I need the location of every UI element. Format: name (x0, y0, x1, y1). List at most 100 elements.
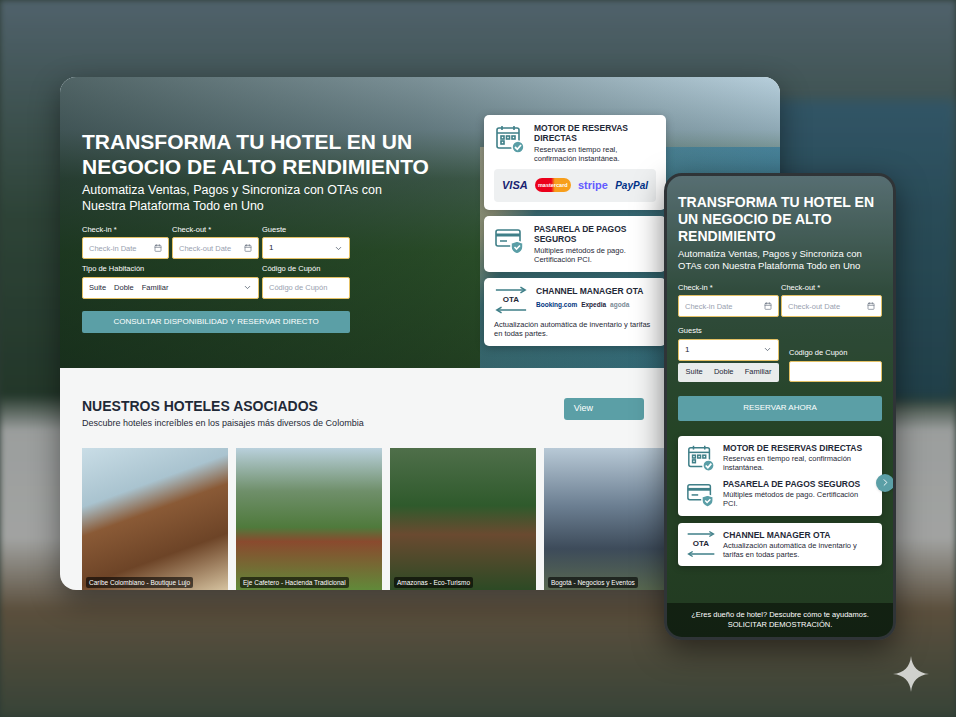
ota-label: OTA (503, 295, 519, 305)
guests-label: Guests (678, 325, 779, 336)
feature-text: Reservas en tiempo real, confirmación in… (534, 145, 656, 163)
checkin-input[interactable]: Check-in Date (82, 237, 169, 259)
feature-text: Actualización automática de inventario y… (723, 541, 874, 559)
mobile-title: TRANSFORMA TU HOTEL EN UN NEGOCIO DE ALT… (678, 194, 882, 245)
calendar-check-icon (494, 123, 526, 155)
hotel-card[interactable]: Eje Cafetero - Hacienda Tradicional (236, 448, 382, 591)
mobile-booking-form: Check-in * Check-in DateCheck-out * Check-… (678, 282, 882, 382)
checkin-label: Check-in * (82, 224, 169, 235)
ota-logo: agoda (610, 300, 629, 310)
room-type-option[interactable]: Suite (89, 282, 106, 293)
chevron-down-icon (763, 345, 772, 354)
mobile-feature-item: MOTOR DE RESERVAS DIRECTASReservas en ti… (686, 443, 874, 473)
check-availability-button[interactable]: CONSULTAR DISPONIBILIDAD Y RESERVAR DIRE… (82, 311, 350, 333)
room-type-option[interactable]: Doble (114, 282, 134, 293)
mobile-feature-item: PASARELA DE PAGOS SEGUROSMúltiples métod… (686, 479, 874, 509)
mobile-feature-cards: MOTOR DE RESERVAS DIRECTASReservas en ti… (678, 436, 882, 566)
ota-logos: Booking.com Expedia agoda (536, 300, 643, 310)
page: TRANSFORMA TU HOTEL EN UN NEGOCIO DE ALT… (0, 0, 956, 717)
arrow-left-icon (686, 550, 716, 558)
feature-card: MOTOR DE RESERVAS DIRECTAS Reservas en ti… (484, 115, 666, 210)
calendar-check-icon (686, 443, 716, 473)
room-type-option[interactable]: Doble (714, 366, 734, 377)
room-type-option[interactable]: Suite (686, 366, 703, 377)
arrow-left-icon (494, 306, 528, 314)
ota-logo: Booking.com (536, 300, 577, 310)
checkout-label: Check-out * (172, 224, 259, 235)
ota-label: OTA (693, 539, 709, 549)
payment-logos: VISA mastercard stripe PayPal (494, 169, 656, 202)
hotels-title: NUESTROS HOTELES ASOCIADOS (82, 398, 364, 415)
coupon-input[interactable] (789, 361, 882, 382)
coupon-input[interactable]: Código de Cupón (262, 277, 350, 299)
feature-title: MOTOR DE RESERVAS DIRECTAS (723, 443, 874, 453)
view-all-button[interactable]: View (564, 398, 644, 420)
request-demo-link[interactable]: SOLICITAR DEMOSTRACIÓN. (728, 620, 832, 630)
checkin-input[interactable]: Check-in Date (678, 295, 779, 317)
arrow-right-icon (686, 530, 716, 538)
mobile-mockup: TRANSFORMA TU HOTEL EN UN NEGOCIO DE ALT… (664, 173, 896, 640)
arrow-right-icon (494, 286, 528, 294)
feature-title: MOTOR DE RESERVAS DIRECTAS (534, 123, 656, 143)
room-type-option[interactable]: Familiar (142, 282, 169, 293)
mobile-feature-card: MOTOR DE RESERVAS DIRECTASReservas en ti… (678, 436, 882, 516)
room-type-segment[interactable]: Suite Doble Familiar (678, 363, 779, 382)
hotel-caption: Caribe Colombiano - Boutique Lujo (86, 577, 193, 588)
calendar-icon (244, 244, 252, 252)
feature-title: CHANNEL MANAGER OTA (536, 286, 643, 296)
hotel-cards: Caribe Colombiano - Boutique Lujo Eje Caf… (82, 448, 758, 591)
mobile-footer: ¿Eres dueño de hotel? Descubre cómo te a… (667, 603, 893, 637)
room-type-select[interactable]: Suite Doble Familiar (82, 277, 259, 299)
mobile-feature-card: OTA CHANNEL MANAGER OTAActualización auto… (678, 523, 882, 566)
coupon-label: Código de Cupón (789, 347, 882, 358)
ota-sync-icon: OTA (494, 286, 528, 314)
ota-sync-icon: OTA (686, 530, 716, 558)
checkout-input[interactable]: Check-out Date (781, 295, 882, 317)
mobile-feature-item: OTA CHANNEL MANAGER OTAActualización auto… (686, 530, 874, 559)
chevron-right-icon (880, 477, 891, 488)
hotel-card[interactable]: Amazonas - Eco-Turismo (390, 448, 536, 591)
coupon-label: Código de Cupón (262, 263, 350, 274)
guests-select[interactable]: 1 (262, 237, 350, 259)
hotel-caption: Bogotá - Negocios y Eventos (548, 577, 638, 588)
feature-text: Actualización automática de inventario y… (494, 320, 656, 338)
feature-card: PASARELA DE PAGOS SEGUROS Múltiples métod… (484, 216, 666, 272)
hero-title: TRANSFORMA TU HOTEL EN UN NEGOCIO DE ALT… (82, 129, 482, 179)
chevron-down-icon (243, 283, 252, 292)
feature-text: Múltiples métodos de pago. Certificación… (534, 246, 656, 264)
payment-logo: VISA (502, 177, 528, 194)
book-now-button[interactable]: RESERVAR AHORA (678, 396, 882, 421)
room-type-label: Tipo de Habitación (82, 263, 259, 274)
hotels-subtitle: Descubre hoteles increíbles en los paisa… (82, 417, 364, 431)
feature-title: PASARELA DE PAGOS SEGUROS (534, 224, 656, 244)
calendar-icon (764, 302, 772, 310)
feature-title: PASARELA DE PAGOS SEGUROS (723, 479, 874, 489)
carousel-next-button[interactable] (876, 474, 894, 492)
hotel-card[interactable]: Caribe Colombiano - Boutique Lujo (82, 448, 228, 591)
payment-logo: mastercard (535, 178, 571, 192)
hero-subtitle: Automatiza Ventas, Pagos y Sincroniza co… (82, 182, 412, 214)
footer-question: ¿Eres dueño de hotel? Descubre cómo te a… (691, 610, 869, 620)
hotel-caption: Eje Cafetero - Hacienda Tradicional (240, 577, 349, 588)
guests-select[interactable]: 1 (678, 339, 779, 361)
chevron-down-icon (334, 244, 343, 253)
checkout-input[interactable]: Check-out Date (172, 237, 259, 259)
feature-text: Reservas en tiempo real, confirmación in… (723, 454, 874, 472)
card-shield-icon (494, 224, 526, 256)
feature-text: Múltiples métodos de pago. Certificación… (723, 490, 874, 508)
calendar-icon (154, 244, 162, 252)
feature-title: CHANNEL MANAGER OTA (723, 530, 874, 540)
sparkle-icon (892, 655, 930, 693)
mobile-subtitle: Automatiza Ventas, Pagos y Sincroniza co… (678, 248, 882, 272)
room-type-option[interactable]: Familiar (745, 366, 772, 377)
guests-label: Gueste (262, 224, 350, 235)
feature-card: OTA CHANNEL MANAGER OTA Booking.com Expedia… (484, 278, 666, 346)
hotel-caption: Amazonas - Eco-Turismo (394, 577, 473, 588)
payment-logo: stripe (578, 177, 608, 194)
payment-logo: PayPal (615, 178, 648, 193)
card-shield-icon (686, 479, 716, 509)
ota-logo: Expedia (581, 300, 606, 310)
calendar-icon (867, 302, 875, 310)
checkout-label: Check-out * (781, 282, 882, 293)
checkin-label: Check-in * (678, 282, 779, 293)
